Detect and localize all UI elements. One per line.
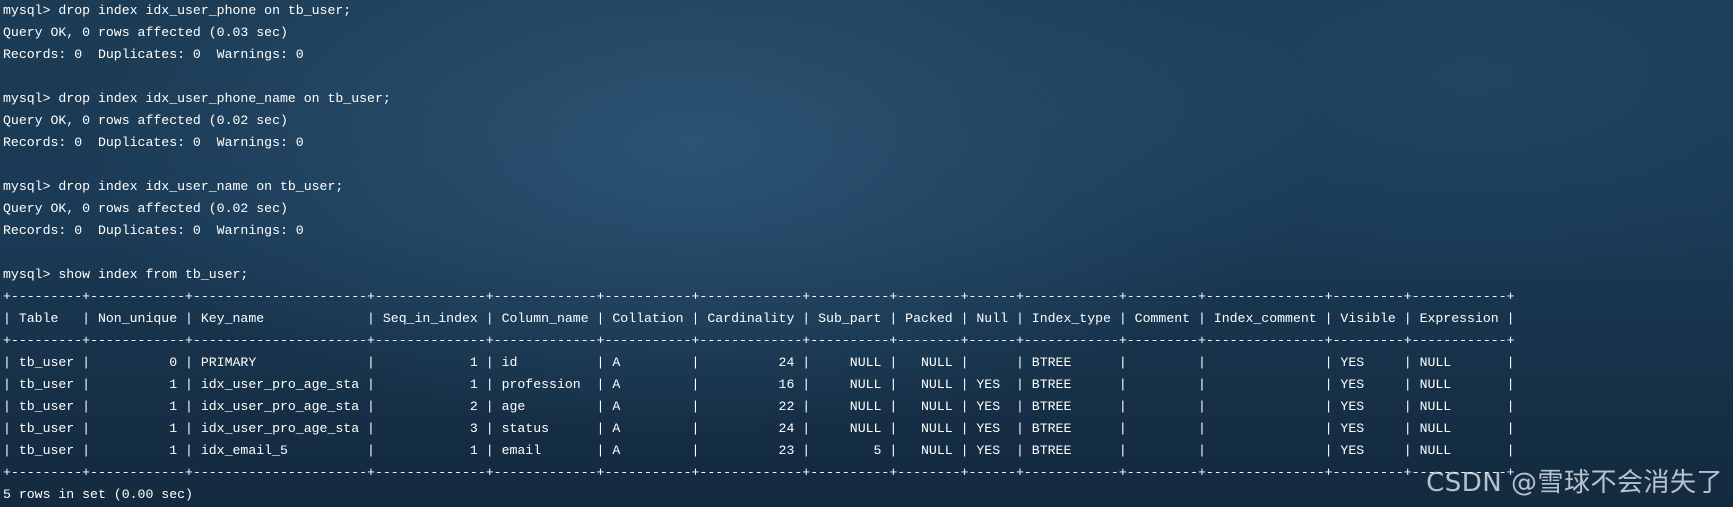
terminal-line: Records: 0 Duplicates: 0 Warnings: 0 [3,135,304,150]
terminal-line: mysql> show index from tb_user; [3,267,249,282]
terminal-line: Query OK, 0 rows affected (0.02 sec) [3,113,288,128]
table-row: | tb_user | 1 | idx_user_pro_age_sta | 3… [3,421,1515,436]
terminal-line: Query OK, 0 rows affected (0.02 sec) [3,201,288,216]
terminal-line: mysql> drop index idx_user_name on tb_us… [3,179,344,194]
terminal-output[interactable]: mysql> drop index idx_user_phone on tb_u… [3,0,1733,507]
table-row: | tb_user | 1 | idx_email_5 | 1 | email … [3,443,1515,458]
terminal-line: mysql> drop index idx_user_phone_name on… [3,91,391,106]
terminal-line: mysql> drop index idx_user_phone on tb_u… [3,3,352,18]
table-row: | tb_user | 1 | idx_user_pro_age_sta | 2… [3,399,1515,414]
terminal-line: Records: 0 Duplicates: 0 Warnings: 0 [3,223,304,238]
table-row: | tb_user | 0 | PRIMARY | 1 | id | A | 2… [3,355,1515,370]
terminal-line: Query OK, 0 rows affected (0.03 sec) [3,25,288,40]
table-border-line: +---------+------------+----------------… [3,333,1515,348]
table-row: | tb_user | 1 | idx_user_pro_age_sta | 1… [3,377,1515,392]
watermark: CSDN @雪球不会消失了 [1426,468,1723,498]
table-border-line: +---------+------------+----------------… [3,289,1515,304]
terminal-line: Records: 0 Duplicates: 0 Warnings: 0 [3,47,304,62]
table-header-row: | Table | Non_unique | Key_name | Seq_in… [3,311,1515,326]
